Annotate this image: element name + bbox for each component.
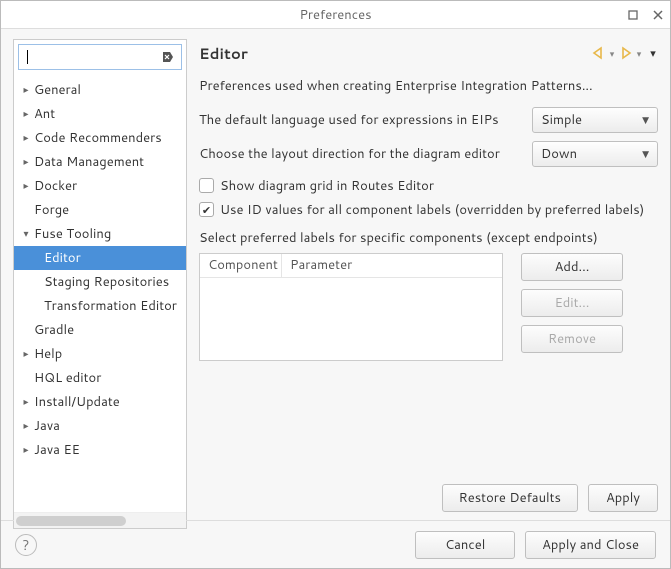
tree-item-label: Data Management bbox=[34, 153, 144, 171]
back-icon[interactable] bbox=[590, 45, 607, 62]
chevron-right-icon[interactable]: ▸ bbox=[18, 443, 34, 457]
back-menu-icon[interactable]: ▾ bbox=[607, 45, 617, 62]
preferences-tree[interactable]: ▸General▸Ant▸Code Recommenders▸Data Mana… bbox=[14, 74, 186, 512]
tree-item-label: Fuse Tooling bbox=[34, 225, 111, 243]
page-title: Editor bbox=[199, 43, 248, 64]
language-label: The default language used for expression… bbox=[199, 111, 522, 129]
tree-item-java-ee[interactable]: ▸Java EE bbox=[14, 438, 186, 462]
tree-item-forge[interactable]: Forge bbox=[14, 198, 186, 222]
add-button[interactable]: Add... bbox=[521, 253, 623, 281]
layout-combo[interactable]: Down▼ bbox=[532, 141, 658, 167]
language-combo[interactable]: Simple▼ bbox=[532, 107, 658, 133]
chevron-right-icon[interactable]: ▸ bbox=[18, 83, 34, 97]
preferred-labels-table[interactable]: Component Parameter bbox=[199, 253, 503, 361]
tree-item-label: Forge bbox=[34, 201, 69, 219]
page-description: Preferences used when creating Enterpris… bbox=[199, 77, 658, 97]
chevron-right-icon[interactable]: ▸ bbox=[18, 395, 34, 409]
chevron-right-icon[interactable]: ▸ bbox=[18, 131, 34, 145]
tree-item-hql-editor[interactable]: HQL editor bbox=[14, 366, 186, 390]
preferences-window: Preferences ▸General▸Ant▸Code Recomme bbox=[0, 0, 671, 569]
cancel-button[interactable]: Cancel bbox=[415, 531, 515, 559]
tree-item-label: Gradle bbox=[34, 321, 74, 339]
apply-and-close-button[interactable]: Apply and Close bbox=[525, 531, 656, 559]
chevron-down-icon: ▼ bbox=[642, 147, 649, 160]
layout-label: Choose the layout direction for the diag… bbox=[199, 145, 522, 163]
close-icon[interactable] bbox=[651, 9, 664, 22]
tree-item-general[interactable]: ▸General bbox=[14, 78, 186, 102]
help-icon[interactable]: ? bbox=[15, 534, 37, 556]
tree-item-gradle[interactable]: Gradle bbox=[14, 318, 186, 342]
use-id-label: Use ID values for all component labels (… bbox=[220, 201, 644, 219]
tree-item-label: Ant bbox=[34, 105, 55, 123]
preferred-labels-label: Select preferred labels for specific com… bbox=[199, 229, 658, 247]
horizontal-scrollbar[interactable] bbox=[14, 512, 186, 528]
clear-icon[interactable] bbox=[161, 50, 175, 64]
tree-item-code-recommenders[interactable]: ▸Code Recommenders bbox=[14, 126, 186, 150]
chevron-right-icon[interactable]: ▸ bbox=[18, 107, 34, 121]
restore-defaults-button[interactable]: Restore Defaults bbox=[442, 484, 578, 512]
titlebar: Preferences bbox=[1, 1, 670, 29]
filter-input[interactable] bbox=[18, 44, 182, 70]
apply-button[interactable]: Apply bbox=[588, 484, 658, 512]
chevron-right-icon[interactable]: ▸ bbox=[18, 347, 34, 361]
tree-item-staging-repositories[interactable]: Staging Repositories bbox=[14, 270, 186, 294]
tree-item-fuse-tooling[interactable]: ▾Fuse Tooling bbox=[14, 222, 186, 246]
chevron-right-icon[interactable]: ▸ bbox=[18, 419, 34, 433]
tree-item-editor[interactable]: Editor bbox=[14, 246, 186, 270]
column-parameter[interactable]: Parameter bbox=[282, 254, 502, 277]
tree-item-label: Transformation Editor bbox=[34, 297, 177, 315]
use-id-checkbox[interactable]: ✔ bbox=[199, 202, 214, 217]
tree-item-transformation-editor[interactable]: Transformation Editor bbox=[14, 294, 186, 318]
remove-button[interactable]: Remove bbox=[521, 325, 623, 353]
tree-item-label: General bbox=[34, 81, 81, 99]
tree-item-label: Staging Repositories bbox=[34, 273, 169, 291]
chevron-down-icon[interactable]: ▾ bbox=[18, 227, 34, 241]
tree-item-install-update[interactable]: ▸Install/Update bbox=[14, 390, 186, 414]
tree-item-label: Help bbox=[34, 345, 62, 363]
tree-item-label: Docker bbox=[34, 177, 77, 195]
show-grid-label: Show diagram grid in Routes Editor bbox=[220, 177, 434, 195]
show-grid-checkbox[interactable] bbox=[199, 178, 214, 193]
tree-item-data-management[interactable]: ▸Data Management bbox=[14, 150, 186, 174]
tree-item-ant[interactable]: ▸Ant bbox=[14, 102, 186, 126]
tree-item-label: Editor bbox=[34, 249, 81, 267]
forward-menu-icon[interactable]: ▾ bbox=[634, 45, 644, 62]
tree-item-help[interactable]: ▸Help bbox=[14, 342, 186, 366]
maximize-icon[interactable] bbox=[626, 9, 639, 22]
view-menu-icon[interactable]: ▾ bbox=[648, 45, 658, 62]
column-component[interactable]: Component bbox=[200, 254, 282, 277]
window-title: Preferences bbox=[299, 6, 371, 24]
tree-item-label: Install/Update bbox=[34, 393, 120, 411]
tree-item-label: Java EE bbox=[34, 441, 80, 459]
tree-item-label: HQL editor bbox=[34, 369, 101, 387]
tree-item-docker[interactable]: ▸Docker bbox=[14, 174, 186, 198]
sidebar: ▸General▸Ant▸Code Recommenders▸Data Mana… bbox=[13, 39, 187, 529]
tree-item-label: Code Recommenders bbox=[34, 129, 162, 147]
tree-item-label: Java bbox=[34, 417, 60, 435]
tree-item-java[interactable]: ▸Java bbox=[14, 414, 186, 438]
chevron-down-icon: ▼ bbox=[642, 113, 649, 126]
edit-button[interactable]: Edit... bbox=[521, 289, 623, 317]
chevron-right-icon[interactable]: ▸ bbox=[18, 179, 34, 193]
forward-icon[interactable] bbox=[617, 45, 634, 62]
chevron-right-icon[interactable]: ▸ bbox=[18, 155, 34, 169]
editor-page: Editor ▾ ▾ ▾ Preferences used when creat… bbox=[199, 39, 658, 520]
